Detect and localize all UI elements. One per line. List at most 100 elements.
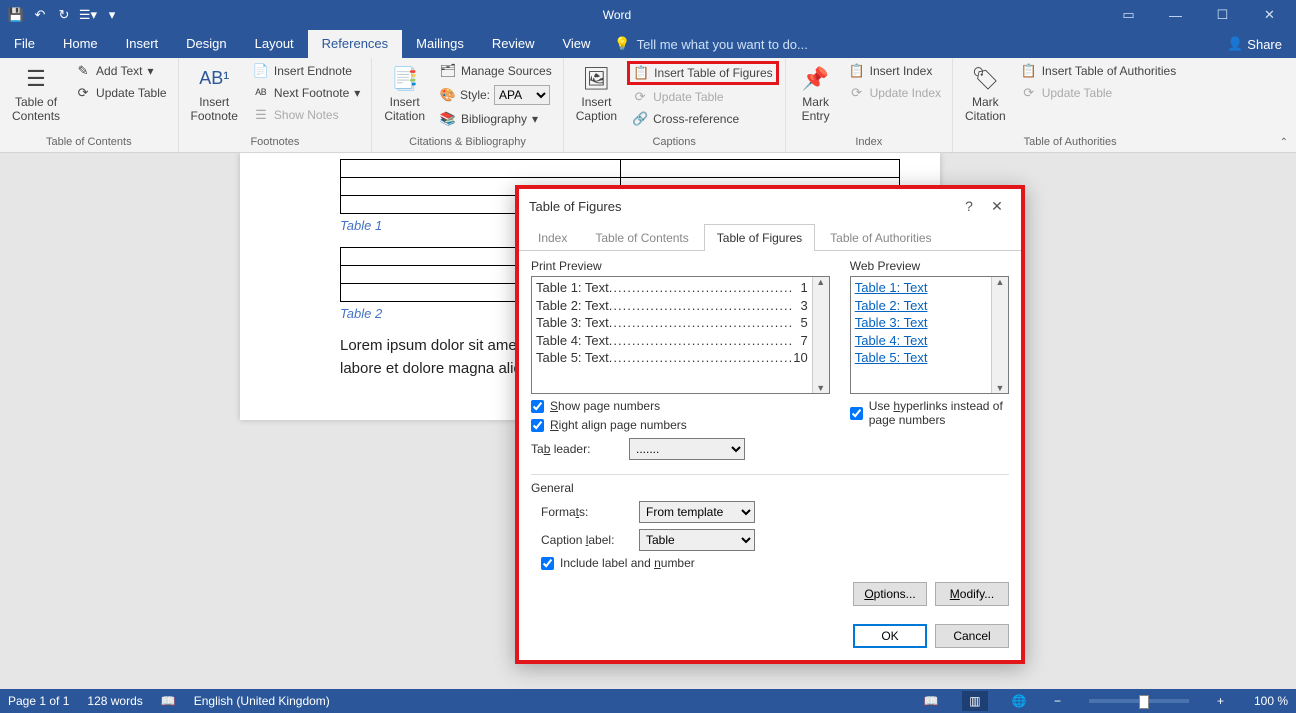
mark-citation-icon: 🏷 (969, 63, 1001, 95)
tab-view[interactable]: View (548, 30, 604, 58)
tab-leader-select[interactable]: ....... (629, 438, 745, 460)
show-notes-label: Show Notes (274, 108, 339, 122)
citation-big-label: Insert Citation (384, 95, 425, 124)
insert-endnote-button[interactable]: 📄Insert Endnote (248, 61, 365, 81)
dialog-tab-toa[interactable]: Table of Authorities (817, 224, 944, 251)
tab-layout[interactable]: Layout (241, 30, 308, 58)
right-align-input[interactable] (531, 419, 544, 432)
word-count[interactable]: 128 words (87, 694, 142, 708)
ribbon-options-icon[interactable]: ▭ (1106, 1, 1151, 29)
insert-caption-button[interactable]: 🖼 Insert Caption (570, 61, 623, 126)
read-mode-icon[interactable]: 📖 (918, 691, 944, 711)
tab-home[interactable]: Home (49, 30, 112, 58)
add-text-icon: ✎ (75, 63, 91, 79)
insert-table-of-figures-button[interactable]: 📋Insert Table of Figures (627, 61, 779, 85)
tab-file[interactable]: File (0, 30, 49, 58)
formats-label: Formats: (541, 505, 631, 519)
include-label-checkbox[interactable]: Include label and number (541, 556, 1009, 570)
cross-ref-icon: 🔗 (632, 111, 648, 127)
formats-select[interactable]: From template (639, 501, 755, 523)
next-footnote-button[interactable]: ᴬᴮNext Footnote ▾ (248, 83, 365, 103)
tab-design[interactable]: Design (172, 30, 240, 58)
dialog-help-icon[interactable]: ? (955, 198, 983, 214)
language-indicator[interactable]: English (United Kingdom) (194, 694, 330, 708)
insert-index-button[interactable]: 📋Insert Index (844, 61, 946, 81)
modify-button[interactable]: Modify... (935, 582, 1009, 606)
insert-toa-button[interactable]: 📋Insert Table of Authorities (1016, 61, 1182, 81)
tell-me-search[interactable]: 💡 Tell me what you want to do... (604, 30, 817, 58)
zoom-level[interactable]: 100 % (1254, 694, 1288, 708)
update-tof-label: Update Table (653, 90, 724, 104)
qat-customize-icon[interactable]: ▾ (102, 5, 122, 25)
tab-insert[interactable]: Insert (112, 30, 173, 58)
web-layout-icon[interactable]: 🌐 (1006, 691, 1032, 711)
use-hyperlinks-input[interactable] (850, 407, 863, 420)
dialog-tab-tof[interactable]: Table of Figures (704, 224, 815, 251)
touch-mode-icon[interactable]: ☰▾ (78, 5, 98, 25)
update-tof-icon: ⟳ (632, 89, 648, 105)
print-layout-icon[interactable]: ▥ (962, 691, 988, 711)
include-label-input[interactable] (541, 557, 554, 570)
cross-reference-button[interactable]: 🔗 Cross-reference (627, 109, 779, 129)
minimize-icon[interactable]: — (1153, 1, 1198, 29)
save-icon[interactable]: 💾 (6, 5, 26, 25)
group-index-label: Index (792, 134, 946, 152)
quick-access-toolbar: 💾 ↶ ↻ ☰▾ ▾ (0, 5, 128, 25)
options-button[interactable]: Options... (853, 582, 927, 606)
redo-icon[interactable]: ↻ (54, 5, 74, 25)
show-page-numbers-input[interactable] (531, 400, 544, 413)
table-of-contents-button[interactable]: ☰ Table of Contents (6, 61, 66, 126)
tab-mailings[interactable]: Mailings (402, 30, 478, 58)
print-preview-scrollbar[interactable]: ▲▼ (812, 277, 829, 393)
caption-label-select[interactable]: Table (639, 529, 755, 551)
tab-leader-label: Tab leader: (531, 442, 621, 456)
web-preview-label: Web Preview (850, 259, 1009, 273)
mark-citation-button[interactable]: 🏷 Mark Citation (959, 61, 1012, 126)
dialog-title: Table of Figures (529, 199, 955, 214)
right-align-checkbox[interactable]: Right align page numbers (531, 418, 830, 432)
zoom-in-icon[interactable]: + (1213, 694, 1228, 708)
print-preview-section: Print Preview Table 1: Text.............… (531, 259, 830, 460)
undo-icon[interactable]: ↶ (30, 5, 50, 25)
group-captions: 🖼 Insert Caption 📋Insert Table of Figure… (564, 58, 786, 152)
mark-entry-label: Mark Entry (802, 95, 830, 124)
citation-style-select[interactable]: APA (494, 85, 550, 105)
share-button[interactable]: 👤 Share (1213, 30, 1296, 58)
manage-sources-button[interactable]: 🗂Manage Sources (435, 61, 557, 81)
general-section-label: General (531, 481, 1009, 495)
bibliography-button[interactable]: 📚Bibliography ▾ (435, 109, 557, 129)
citation-icon: 📑 (389, 63, 421, 95)
web-preview-text: Table 1: TextTable 2: TextTable 3: TextT… (851, 277, 991, 393)
cross-ref-label: Cross-reference (653, 112, 739, 126)
page-indicator[interactable]: Page 1 of 1 (8, 694, 69, 708)
manage-sources-icon: 🗂 (440, 63, 456, 79)
update-toc-button[interactable]: ⟳Update Table (70, 83, 172, 103)
group-citations-label: Citations & Bibliography (378, 134, 556, 152)
mark-entry-button[interactable]: 📌 Mark Entry (792, 61, 840, 126)
insert-footnote-button[interactable]: AB¹ Insert Footnote (185, 61, 244, 126)
window-controls: ▭ — ☐ ✕ (1106, 1, 1296, 29)
collapse-ribbon-icon[interactable]: ⌃ (1280, 137, 1288, 148)
close-icon[interactable]: ✕ (1247, 1, 1292, 29)
dialog-tab-index[interactable]: Index (525, 224, 580, 251)
add-text-button[interactable]: ✎Add Text ▾ (70, 61, 172, 81)
tab-review[interactable]: Review (478, 30, 549, 58)
ok-button[interactable]: OK (853, 624, 927, 648)
dialog-close-icon[interactable]: ✕ (983, 198, 1011, 215)
tab-references[interactable]: References (308, 30, 402, 58)
use-hyperlinks-checkbox[interactable]: Use hyperlinks instead of page numbers (850, 399, 1009, 427)
tof-label: Insert Table of Figures (654, 66, 773, 80)
cancel-button[interactable]: Cancel (935, 624, 1009, 648)
zoom-out-icon[interactable]: − (1050, 694, 1065, 708)
dialog-tab-toc[interactable]: Table of Contents (582, 224, 701, 251)
update-toa-icon: ⟳ (1021, 85, 1037, 101)
maximize-icon[interactable]: ☐ (1200, 1, 1245, 29)
dialog-titlebar: Table of Figures ? ✕ (519, 189, 1021, 223)
insert-citation-button[interactable]: 📑 Insert Citation (378, 61, 431, 126)
zoom-slider[interactable] (1089, 699, 1189, 703)
group-citations: 📑 Insert Citation 🗂Manage Sources 🎨 Styl… (372, 58, 563, 152)
footnote-icon: AB¹ (198, 63, 230, 95)
proofing-icon[interactable]: 📖 (161, 694, 176, 708)
web-preview-scrollbar[interactable]: ▲▼ (991, 277, 1008, 393)
show-page-numbers-checkbox[interactable]: SShow page numbershow page numbers (531, 399, 830, 413)
